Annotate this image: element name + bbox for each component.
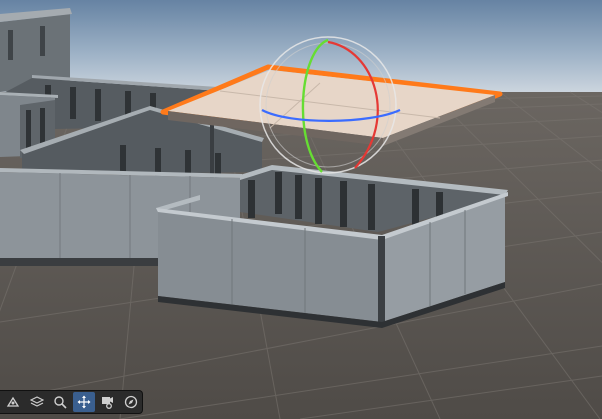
zoom-button[interactable] <box>49 392 72 412</box>
layers-icon <box>29 396 44 407</box>
layers-button[interactable] <box>26 392 49 412</box>
magnifier-icon <box>54 396 67 409</box>
camera-button[interactable] <box>96 392 119 412</box>
scene-canvas[interactable] <box>0 0 602 419</box>
viewport-toolbar <box>0 390 143 414</box>
camera-icon <box>102 397 114 409</box>
orbit-icon <box>7 396 20 407</box>
move-button[interactable] <box>72 392 95 412</box>
compass-icon <box>124 395 137 409</box>
compass-button[interactable] <box>120 392 143 412</box>
orbit-button[interactable] <box>2 392 25 412</box>
3d-viewport[interactable] <box>0 0 602 419</box>
move-arrows-icon <box>77 395 91 409</box>
